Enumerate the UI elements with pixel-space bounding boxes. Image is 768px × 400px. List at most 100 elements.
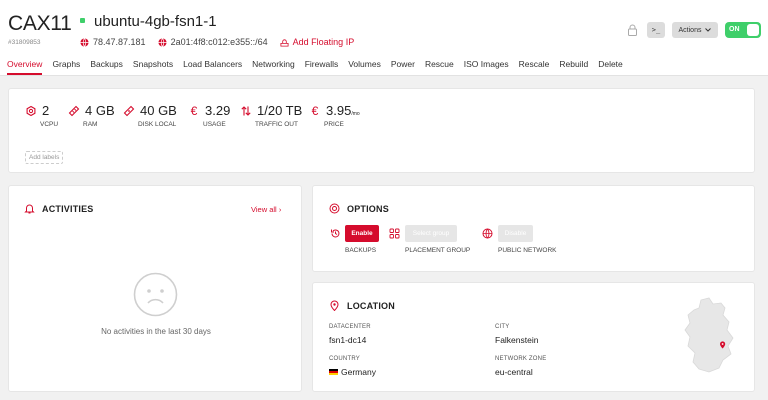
activities-header: ACTIVITIES <box>24 203 94 214</box>
server-name[interactable]: ubuntu-4gb-fsn1-1 <box>94 13 217 30</box>
enable-backups-button[interactable]: Enable <box>345 225 379 242</box>
datacenter-value: fsn1-dc14 <box>329 335 367 345</box>
euro-icon: € <box>190 103 198 118</box>
globe-icon <box>158 37 167 47</box>
server-stats-card: 2 VCPU 4 GB RAM 40 GB DISK LOCAL € 3.29 … <box>8 88 755 173</box>
stat-traffic: 1/20 TB TRAFFIC OUT <box>240 103 302 128</box>
tab-firewalls[interactable]: Firewalls <box>305 59 339 75</box>
stat-label: PRICE <box>324 121 344 128</box>
backup-icon <box>331 229 340 238</box>
ipv6-item[interactable]: 2a01:4f8:c012:e355::/64 <box>158 37 268 47</box>
console-button[interactable]: >_ <box>647 22 665 38</box>
power-toggle[interactable]: ON <box>725 22 761 38</box>
add-floating-ip-label: Add Floating IP <box>292 37 355 47</box>
euro-icon: € <box>311 103 319 118</box>
stat-value: 2 <box>42 103 50 118</box>
stat-disk: 40 GB DISK LOCAL <box>123 103 177 128</box>
ram-icon <box>68 105 80 116</box>
tab-rescale[interactable]: Rescale <box>519 59 550 75</box>
view-all-label: View all <box>251 205 277 214</box>
actions-label: Actions <box>678 26 702 34</box>
cpu-icon <box>26 105 36 116</box>
network-zone-key: NETWORK ZONE <box>495 356 547 362</box>
chevron-down-icon <box>705 28 712 32</box>
toggle-knob <box>747 24 759 36</box>
placement-group-label: PLACEMENT GROUP <box>405 247 471 254</box>
actions-button[interactable]: Actions <box>672 22 718 38</box>
server-type: CAX11 <box>8 12 72 35</box>
tab-overview[interactable]: Overview <box>7 59 43 75</box>
activities-card: ACTIVITIES View all › No activities in t… <box>8 185 302 392</box>
stat-price: € 3.95/mo PRICE <box>309 103 360 128</box>
stat-value: 4 GB <box>85 103 115 118</box>
globe-icon <box>80 37 89 47</box>
floating-ip-icon <box>280 38 289 47</box>
placement-group-icon <box>389 228 400 239</box>
tab-networking[interactable]: Networking <box>252 59 295 75</box>
activities-title: ACTIVITIES <box>42 203 94 214</box>
tab-rescue[interactable]: Rescue <box>425 59 454 75</box>
location-card: LOCATION DATACENTER fsn1-dc14 CITY Falke… <box>312 282 755 392</box>
stat-label: USAGE <box>203 121 226 128</box>
select-group-button[interactable]: Select group <box>405 225 457 242</box>
tab-load-balancers[interactable]: Load Balancers <box>183 59 242 75</box>
add-floating-ip-link[interactable]: Add Floating IP <box>280 37 355 47</box>
backups-label: BACKUPS <box>345 247 377 254</box>
stat-value: 3.95/mo <box>326 103 360 118</box>
tab-rebuild[interactable]: Rebuild <box>559 59 588 75</box>
country-value: Germany <box>329 367 376 377</box>
options-header: OPTIONS <box>329 203 389 214</box>
network-zone-value: eu-central <box>495 367 533 377</box>
public-network-label: PUBLIC NETWORK <box>498 247 557 254</box>
germany-map-icon <box>684 297 734 373</box>
public-network-icon <box>482 228 493 239</box>
city-value: Falkenstein <box>495 335 539 345</box>
server-tabs: Overview Graphs Backups Snapshots Load B… <box>7 59 633 75</box>
power-state-label: ON <box>729 26 740 33</box>
ip-addresses: 78.47.87.181 2a01:4f8:c012:e355::/64 Add… <box>80 37 366 47</box>
bell-icon <box>24 204 35 214</box>
tab-iso-images[interactable]: ISO Images <box>464 59 509 75</box>
tab-volumes[interactable]: Volumes <box>348 59 381 75</box>
datacenter-key: DATACENTER <box>329 324 371 330</box>
stat-usage: € 3.29 USAGE <box>188 103 231 128</box>
country-name: Germany <box>341 367 376 377</box>
status-indicator <box>80 18 85 23</box>
city-key: CITY <box>495 324 510 330</box>
stat-ram: 4 GB RAM <box>68 103 115 128</box>
location-title: LOCATION <box>347 300 395 311</box>
tab-delete[interactable]: Delete <box>598 59 623 75</box>
location-header: LOCATION <box>329 300 395 311</box>
stat-value: 1/20 TB <box>257 103 303 118</box>
stat-vcpu: 2 VCPU <box>25 103 58 128</box>
stat-label: DISK LOCAL <box>138 121 177 128</box>
empty-activities-text: No activities in the last 30 days <box>101 327 211 336</box>
tab-graphs[interactable]: Graphs <box>52 59 80 75</box>
stat-label: RAM <box>83 121 98 128</box>
location-pin-icon <box>330 300 339 311</box>
view-all-link[interactable]: View all › <box>251 205 281 214</box>
ipv4-address: 78.47.87.181 <box>93 37 146 47</box>
price-unit: /mo <box>351 111 360 117</box>
add-labels-button[interactable]: Add labels <box>25 151 64 164</box>
disable-public-network-button[interactable]: Disable <box>498 225 533 242</box>
lock-icon[interactable] <box>627 24 638 36</box>
options-card: OPTIONS Enable BACKUPS Select group PLAC… <box>312 185 755 272</box>
tab-snapshots[interactable]: Snapshots <box>133 59 173 75</box>
stat-value: 40 GB <box>140 103 177 118</box>
price-value: 3.95 <box>326 103 352 118</box>
disk-icon <box>123 105 135 116</box>
settings-icon <box>329 203 340 214</box>
sad-face-icon <box>133 272 178 317</box>
ipv4-item[interactable]: 78.47.87.181 <box>80 37 146 47</box>
stat-label: TRAFFIC OUT <box>255 121 298 128</box>
options-title: OPTIONS <box>347 203 389 214</box>
tab-power[interactable]: Power <box>391 59 415 75</box>
country-key: COUNTRY <box>329 356 360 362</box>
server-id: #31809853 <box>8 39 41 46</box>
traffic-icon <box>241 105 251 116</box>
stat-value: 3.29 <box>205 103 231 118</box>
server-header: CAX11 #31809853 ubuntu-4gb-fsn1-1 78.47.… <box>0 0 768 76</box>
stat-label: VCPU <box>40 121 59 128</box>
tab-backups[interactable]: Backups <box>90 59 123 75</box>
